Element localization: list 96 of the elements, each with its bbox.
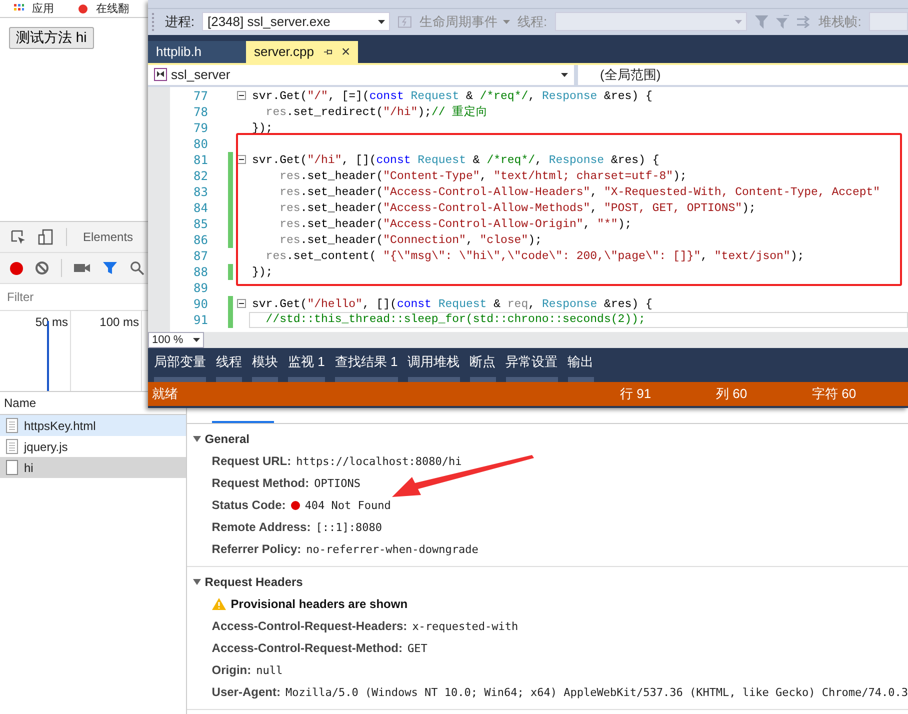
stack-frame-label: 堆栈帧: bbox=[818, 12, 862, 31]
code-line: }); bbox=[251, 120, 274, 136]
caret-icon bbox=[193, 338, 200, 342]
line-number: 77 bbox=[192, 88, 208, 103]
header-name: Origin: bbox=[212, 663, 252, 677]
line-number: 91 bbox=[192, 312, 208, 327]
section-header[interactable]: General bbox=[186, 428, 908, 450]
document-tab[interactable]: httplib.h bbox=[148, 40, 246, 63]
column-header[interactable]: Name bbox=[4, 396, 36, 410]
header-name: Status Code: bbox=[212, 498, 286, 512]
section-header[interactable]: Request Headers bbox=[186, 571, 908, 593]
status-text: 就绪 bbox=[152, 385, 179, 404]
line-number: 84 bbox=[192, 200, 208, 215]
clear-icon[interactable] bbox=[35, 261, 49, 275]
camera-icon[interactable] bbox=[74, 262, 90, 274]
header-value: no-referrer-when-downgrade bbox=[306, 542, 478, 556]
code-line: res.set_header("Content-Type", "text/html; charset=utf-8"); bbox=[278, 168, 688, 184]
request-item[interactable]: httpsKey.html bbox=[0, 415, 186, 436]
inspect-icon[interactable] bbox=[10, 229, 26, 245]
timeline-tick: 100 ms bbox=[71, 311, 142, 391]
code-line: res.set_redirect("/hi");// 重定向 bbox=[264, 104, 490, 120]
collapse-icon[interactable] bbox=[236, 155, 246, 164]
line-number: 79 bbox=[192, 120, 208, 135]
warning-icon bbox=[212, 598, 226, 610]
elements-tab[interactable]: Elements bbox=[83, 230, 134, 244]
request-item[interactable]: hi bbox=[0, 457, 186, 478]
line-number: 88 bbox=[192, 264, 208, 279]
header-value: GET bbox=[407, 642, 428, 654]
document-icon bbox=[6, 439, 18, 454]
request-item[interactable]: jquery.js bbox=[0, 436, 186, 457]
caret-icon bbox=[192, 435, 201, 443]
caret-icon bbox=[192, 578, 201, 586]
apps-grid-icon bbox=[14, 4, 24, 14]
header-name: Request Method: bbox=[212, 476, 310, 490]
caret-icon bbox=[378, 20, 386, 24]
code-line: res.set_header("Access-Control-Allow-Headers", "X-Requested-With, Content-Type, Accept" bbox=[278, 184, 882, 200]
class-icon bbox=[154, 68, 167, 82]
collapse-icon[interactable] bbox=[236, 299, 246, 308]
header-name: Remote Address: bbox=[212, 520, 311, 534]
code-line: res.set_header("Connection", "close"); bbox=[278, 232, 543, 248]
header-value: [::1]:8080 bbox=[316, 520, 382, 534]
active-tab-indicator bbox=[212, 421, 274, 423]
code-line: svr.Get("/", [=](const Request & /*req*/, Response &res) { bbox=[251, 88, 654, 104]
collapse-icon[interactable] bbox=[236, 91, 246, 100]
bookmark[interactable]: 在线翻 bbox=[78, 1, 129, 16]
pin-icon[interactable] bbox=[324, 46, 332, 57]
warning-message: Provisional headers are shown bbox=[230, 597, 408, 611]
header-value: null bbox=[256, 664, 283, 676]
line-number: 78 bbox=[192, 104, 208, 119]
close-icon[interactable] bbox=[342, 47, 350, 56]
caret-icon bbox=[734, 20, 742, 24]
header-name: Access-Control-Request-Method: bbox=[212, 641, 402, 655]
code-line: svr.Get("/hello", [](const Request & req, Response &res) { bbox=[251, 296, 654, 312]
header-value: https://localhost:8080/hi bbox=[296, 454, 462, 468]
blank-page-icon bbox=[6, 460, 18, 475]
header-name: User-Agent: bbox=[212, 685, 280, 699]
document-tab[interactable]: server.cpp bbox=[246, 40, 358, 63]
caret-icon bbox=[561, 72, 568, 77]
code-line: res.set_content( "{\"msg\": \"hi\",\"code\": 200,\"page\": []}", "text/json"); bbox=[264, 248, 806, 264]
test-button[interactable]: 测试方法 hi bbox=[9, 27, 94, 49]
code-line: }); bbox=[251, 264, 274, 280]
line-number: 87 bbox=[192, 248, 208, 263]
thread-label: 线程: bbox=[518, 12, 548, 31]
line-number: 81 bbox=[192, 152, 208, 167]
header-value: OPTIONS bbox=[314, 476, 360, 490]
header-value: Mozilla/5.0 (Windows NT 10.0; Win64; x64) AppleWebKit/537.36 (KHTML, like Gecko) Chrome/74.0.3 bbox=[285, 686, 908, 698]
line-number: 89 bbox=[192, 280, 208, 295]
line-number: 83 bbox=[192, 184, 208, 199]
code-line: res.set_header("Access-Control-Allow-Methods", "POST, GET, OPTIONS"); bbox=[278, 200, 757, 216]
line-indicator: 行 91 bbox=[620, 385, 652, 404]
process-dropdown[interactable]: [2348] ssl_server.exe bbox=[202, 12, 390, 32]
document-icon bbox=[6, 418, 18, 433]
caret-icon bbox=[502, 20, 510, 24]
record-button[interactable] bbox=[10, 262, 23, 274]
code-line: res.set_header("Access-Control-Allow-Origin", "*"); bbox=[278, 216, 633, 232]
header-name: Referrer Policy: bbox=[212, 542, 302, 556]
header-value: x-requested-with bbox=[412, 620, 518, 632]
header-name: Access-Control-Request-Headers: bbox=[212, 619, 408, 633]
global-scope-dropdown[interactable]: (全局范围) bbox=[578, 64, 661, 85]
code-line: svr.Get("/hi", [](const Request & /*req*/, Response &res) { bbox=[251, 152, 660, 168]
bookmark[interactable]: 应用 bbox=[14, 1, 54, 16]
column-indicator: 列 60 bbox=[716, 385, 748, 404]
char-indicator: 字符 60 bbox=[812, 385, 858, 404]
filter-icon[interactable] bbox=[102, 261, 118, 275]
line-number: 82 bbox=[192, 168, 208, 183]
site-logo-icon bbox=[78, 4, 88, 14]
search-icon[interactable] bbox=[130, 261, 144, 275]
header-name: Request URL: bbox=[212, 454, 292, 468]
line-number: 85 bbox=[192, 216, 208, 231]
line-number: 90 bbox=[192, 296, 208, 311]
line-number: 80 bbox=[192, 136, 208, 151]
line-number: 86 bbox=[192, 232, 208, 247]
process-label: 进程: bbox=[164, 12, 194, 31]
header-value: 404 Not Found bbox=[304, 498, 391, 512]
zoom-dropdown[interactable]: 100 % bbox=[148, 332, 204, 348]
device-icon[interactable] bbox=[38, 229, 54, 245]
